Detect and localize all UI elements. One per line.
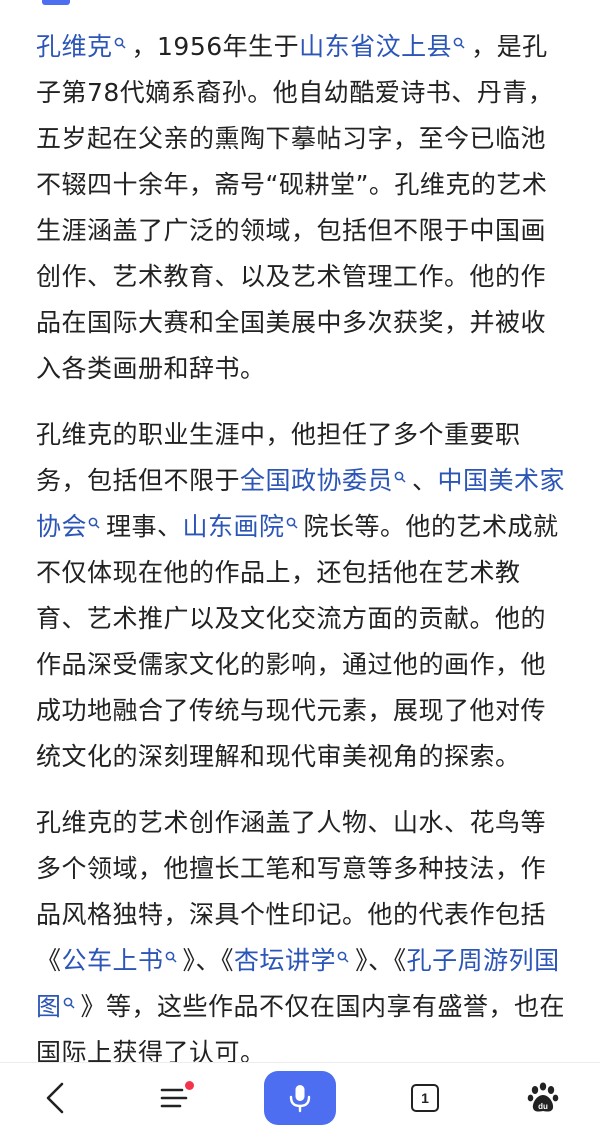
article-content[interactable]: 孔维克 ，1956年生于山东省汶上县 ，是孔子第78代嫡系裔孙。他自幼酷爱诗书、丹青… xyxy=(0,0,600,1062)
text-span: 理事、 xyxy=(106,512,183,541)
voice-search-button[interactable] xyxy=(264,1063,336,1132)
tab-count: 1 xyxy=(421,1090,429,1106)
search-icon[interactable] xyxy=(63,997,75,1009)
link-cppcc-member[interactable]: 全国政协委员 xyxy=(240,466,393,495)
search-icon[interactable] xyxy=(453,37,465,49)
menu-button[interactable] xyxy=(145,1063,205,1132)
notification-dot xyxy=(185,1081,194,1090)
voice-search-pill xyxy=(264,1071,336,1125)
svg-text:du: du xyxy=(538,1102,548,1111)
text-span: 》、《 xyxy=(182,946,235,975)
text-span: ，是孔子第78代嫡系裔孙。他自幼酷爱诗书、丹青，五岁起在父亲的熏陶下摹帖习字，至… xyxy=(36,32,554,383)
link-wenshang-county[interactable]: 山东省汶上县 xyxy=(299,32,452,61)
back-arrow-icon xyxy=(46,1082,64,1114)
text-span: ，1956年生于 xyxy=(131,32,300,61)
tabs-button[interactable]: 1 xyxy=(395,1063,455,1132)
search-icon[interactable] xyxy=(114,37,126,49)
link-shandong-academy[interactable]: 山东画院 xyxy=(183,512,285,541)
search-icon[interactable] xyxy=(337,951,349,963)
baidu-paw-icon: du xyxy=(527,1082,559,1112)
text-span: 院长等。他的艺术成就不仅体现在他的作品上，还包括他在艺术教育、艺术推广以及文化交… xyxy=(36,512,559,771)
bottom-navigation-bar: 1 du xyxy=(0,1062,600,1132)
search-icon[interactable] xyxy=(88,517,100,529)
link-kong-weike[interactable]: 孔维克 xyxy=(36,32,113,61)
search-icon[interactable] xyxy=(165,951,177,963)
search-icon[interactable] xyxy=(286,517,298,529)
back-button[interactable] xyxy=(25,1063,85,1132)
link-xingtan-jiangxue[interactable]: 杏坛讲学 xyxy=(234,946,336,975)
microphone-icon xyxy=(289,1085,311,1113)
page: 孔维克 ，1956年生于山东省汶上县 ，是孔子第78代嫡系裔孙。他自幼酷爱诗书、丹青… xyxy=(0,0,600,1132)
text-span: 》等，这些作品不仅在国内享有盛誉，也在国际上获得了认可。 xyxy=(36,992,566,1062)
paragraph-career: 孔维克的职业生涯中，他担任了多个重要职务，包括但不限于全国政协委员 、中国美术家协… xyxy=(36,412,570,780)
search-icon[interactable] xyxy=(394,471,406,483)
paragraph-intro: 孔维克 ，1956年生于山东省汶上县 ，是孔子第78代嫡系裔孙。他自幼酷爱诗书、丹青… xyxy=(36,24,570,392)
link-gongche-shangshu[interactable]: 公车上书 xyxy=(62,946,164,975)
tabs-icon: 1 xyxy=(411,1084,439,1112)
paragraph-works: 孔维克的艺术创作涵盖了人物、山水、花鸟等多个领域，他擅长工笔和写意等多种技法，作… xyxy=(36,800,570,1062)
text-span: 、 xyxy=(412,466,438,495)
text-span: 》、《 xyxy=(355,946,407,975)
menu-icon xyxy=(160,1088,188,1108)
baidu-home-button[interactable]: du xyxy=(513,1063,573,1132)
